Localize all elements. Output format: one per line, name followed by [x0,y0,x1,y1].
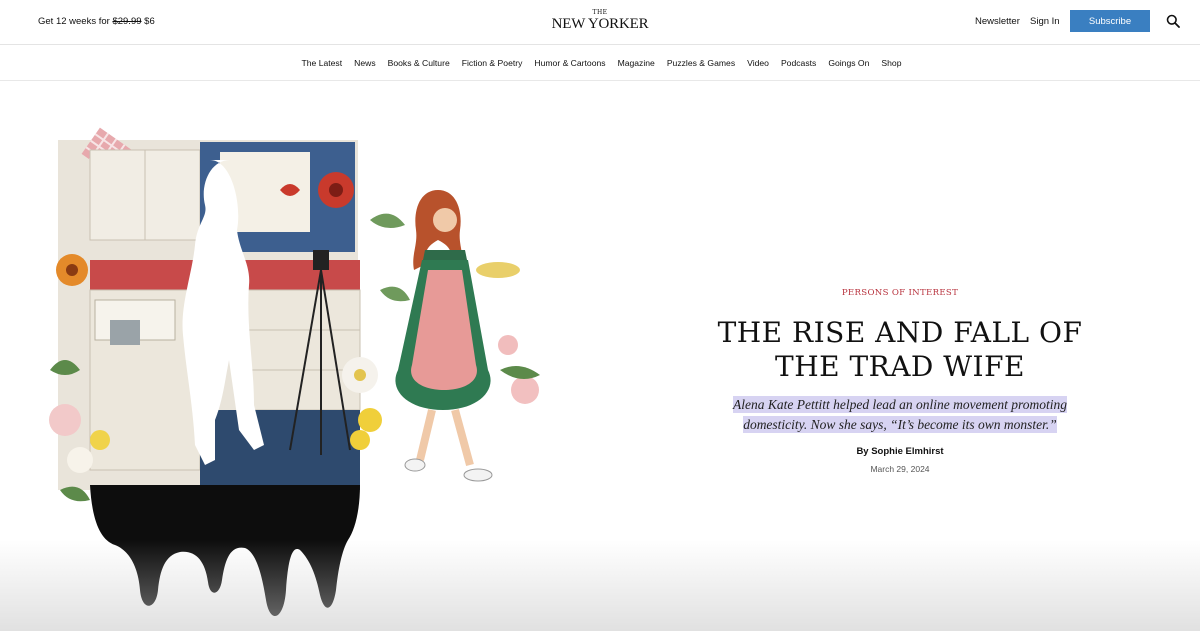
logo-wordmark: NEW YORKER [551,16,649,32]
nav-item-shop[interactable]: Shop [881,58,901,68]
article-dek: Alena Kate Pettitt helped lead an online… [700,395,1100,435]
headline-line-1: THE RISE AND FALL OF [717,316,1083,349]
hero-illustration [49,127,540,617]
article-rubric[interactable]: Persons of Interest [700,288,1100,298]
nav-item-books-culture[interactable]: Books & Culture [388,58,450,68]
top-bar: Get 12 weeks for $29.99 $6 THE NEW YORKE… [0,0,1200,45]
logo-the: THE [592,9,608,16]
nav-item-goings-on[interactable]: Goings On [828,58,869,68]
dek-line-2: domesticity. Now she says, “It’s become … [743,416,1057,433]
nav-item-humor-cartoons[interactable]: Humor & Cartoons [534,58,605,68]
nav-item-the-latest[interactable]: The Latest [302,58,343,68]
nav-item-news[interactable]: News [354,58,376,68]
nav-item-magazine[interactable]: Magazine [618,58,655,68]
nav-item-fiction-poetry[interactable]: Fiction & Poetry [462,58,523,68]
newsletter-link[interactable]: Newsletter [975,16,1020,27]
headline-line-2: THE TRAD WIFE [775,350,1025,383]
main-navigation: The Latest News Books & Culture Fiction … [0,45,1200,81]
site-logo[interactable]: THE NEW YORKER [548,9,652,32]
promo-new-price: $6 [144,16,155,27]
subscribe-button[interactable]: Subscribe [1070,10,1150,32]
article-headline: THE RISE AND FALL OF THE TRAD WIFE [700,316,1100,384]
article-byline[interactable]: By Sophie Elmhirst [700,446,1100,457]
article-date: March 29, 2024 [870,464,930,474]
subscription-promo-link[interactable]: Get 12 weeks for $29.99 $6 [38,16,155,27]
promo-old-price: $29.99 [112,16,142,27]
nav-item-video[interactable]: Video [747,58,769,68]
promo-text: Get 12 weeks for [38,16,110,27]
search-icon[interactable] [1166,14,1180,28]
sign-in-link[interactable]: Sign In [1030,16,1060,27]
dek-line-1: Alena Kate Pettitt helped lead an online… [733,396,1067,413]
nav-item-podcasts[interactable]: Podcasts [781,58,816,68]
nav-item-puzzles-games[interactable]: Puzzles & Games [667,58,735,68]
